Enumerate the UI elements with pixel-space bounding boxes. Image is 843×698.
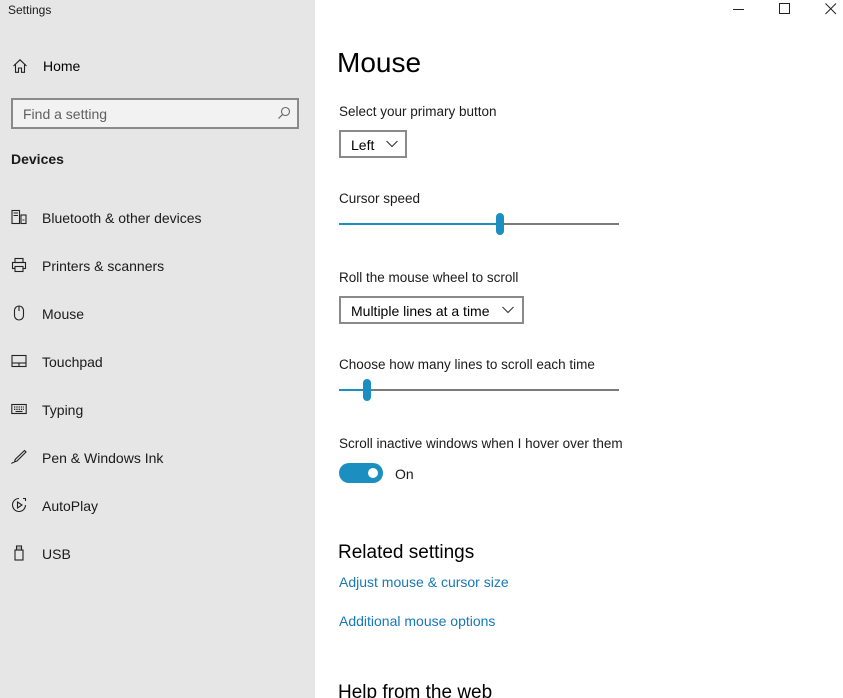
- app-title: Settings: [8, 3, 52, 17]
- slider-fill: [339, 223, 500, 225]
- sidebar-item-pen[interactable]: Pen & Windows Ink: [0, 442, 315, 490]
- search-icon[interactable]: [277, 106, 291, 120]
- sidebar-item-label: Typing: [42, 402, 84, 418]
- search-input[interactable]: [21, 103, 265, 125]
- sidebar-item-touchpad[interactable]: Touchpad: [0, 346, 315, 394]
- chevron-down-icon: [386, 140, 398, 148]
- sidebar-item-bluetooth[interactable]: Bluetooth & other devices: [0, 202, 315, 250]
- bluetooth-devices-icon: [11, 209, 27, 225]
- slider-track: [339, 389, 619, 391]
- main-content: Mouse Select your primary button Left Cu…: [315, 0, 843, 698]
- lines-to-scroll-slider[interactable]: [339, 378, 619, 402]
- sidebar-item-label: Touchpad: [42, 354, 103, 370]
- cursor-speed-label: Cursor speed: [339, 191, 421, 206]
- help-heading: Help from the web: [338, 682, 493, 698]
- touchpad-icon: [11, 354, 27, 368]
- home-nav-item[interactable]: Home: [0, 50, 315, 82]
- sidebar-item-label: Pen & Windows Ink: [42, 450, 164, 466]
- adjust-cursor-size-link[interactable]: Adjust mouse & cursor size: [339, 574, 509, 590]
- home-label: Home: [43, 58, 81, 74]
- pen-icon: [11, 449, 27, 465]
- sidebar-item-label: AutoPlay: [42, 498, 99, 514]
- home-icon: [13, 59, 27, 73]
- primary-button-label: Select your primary button: [339, 104, 497, 119]
- autoplay-icon: [11, 497, 27, 513]
- wheel-scroll-dropdown[interactable]: Multiple lines at a time: [339, 296, 524, 324]
- scroll-inactive-label: Scroll inactive windows when I hover ove…: [339, 436, 623, 451]
- sidebar-item-mouse[interactable]: Mouse: [0, 298, 315, 346]
- slider-thumb[interactable]: [363, 379, 371, 401]
- primary-button-value: Left: [351, 137, 375, 153]
- sidebar-item-label: Bluetooth & other devices: [42, 210, 202, 226]
- sidebar-item-usb[interactable]: USB: [0, 538, 315, 586]
- sidebar-item-label: Printers & scanners: [42, 258, 165, 274]
- printer-icon: [11, 257, 27, 273]
- chevron-down-icon: [502, 306, 514, 314]
- sidebar-item-label: USB: [42, 546, 71, 562]
- toggle-state-text: On: [395, 466, 414, 482]
- section-heading-devices: Devices: [11, 151, 64, 167]
- toggle-knob: [368, 468, 378, 478]
- settings-window: Settings Home Devices: [0, 0, 843, 698]
- cursor-speed-slider[interactable]: [339, 212, 619, 236]
- search-box[interactable]: [11, 98, 299, 129]
- keyboard-icon: [11, 403, 27, 415]
- lines-to-scroll-label: Choose how many lines to scroll each tim…: [339, 357, 595, 372]
- sidebar-item-label: Mouse: [42, 306, 85, 322]
- related-settings-heading: Related settings: [338, 542, 475, 563]
- scroll-inactive-toggle[interactable]: [339, 463, 383, 483]
- page-title: Mouse: [337, 47, 422, 78]
- sidebar-item-printers[interactable]: Printers & scanners: [0, 250, 315, 298]
- mouse-icon: [13, 305, 25, 321]
- primary-button-dropdown[interactable]: Left: [339, 130, 407, 158]
- additional-mouse-options-link[interactable]: Additional mouse options: [339, 613, 495, 629]
- sidebar-item-autoplay[interactable]: AutoPlay: [0, 490, 315, 538]
- devices-nav-list: Bluetooth & other devices Printers & sca…: [0, 202, 315, 586]
- wheel-scroll-label: Roll the mouse wheel to scroll: [339, 270, 519, 285]
- wheel-scroll-value: Multiple lines at a time: [351, 303, 490, 319]
- sidebar: Settings Home Devices: [0, 0, 315, 698]
- slider-thumb[interactable]: [496, 213, 504, 235]
- usb-icon: [14, 545, 24, 561]
- sidebar-item-typing[interactable]: Typing: [0, 394, 315, 442]
